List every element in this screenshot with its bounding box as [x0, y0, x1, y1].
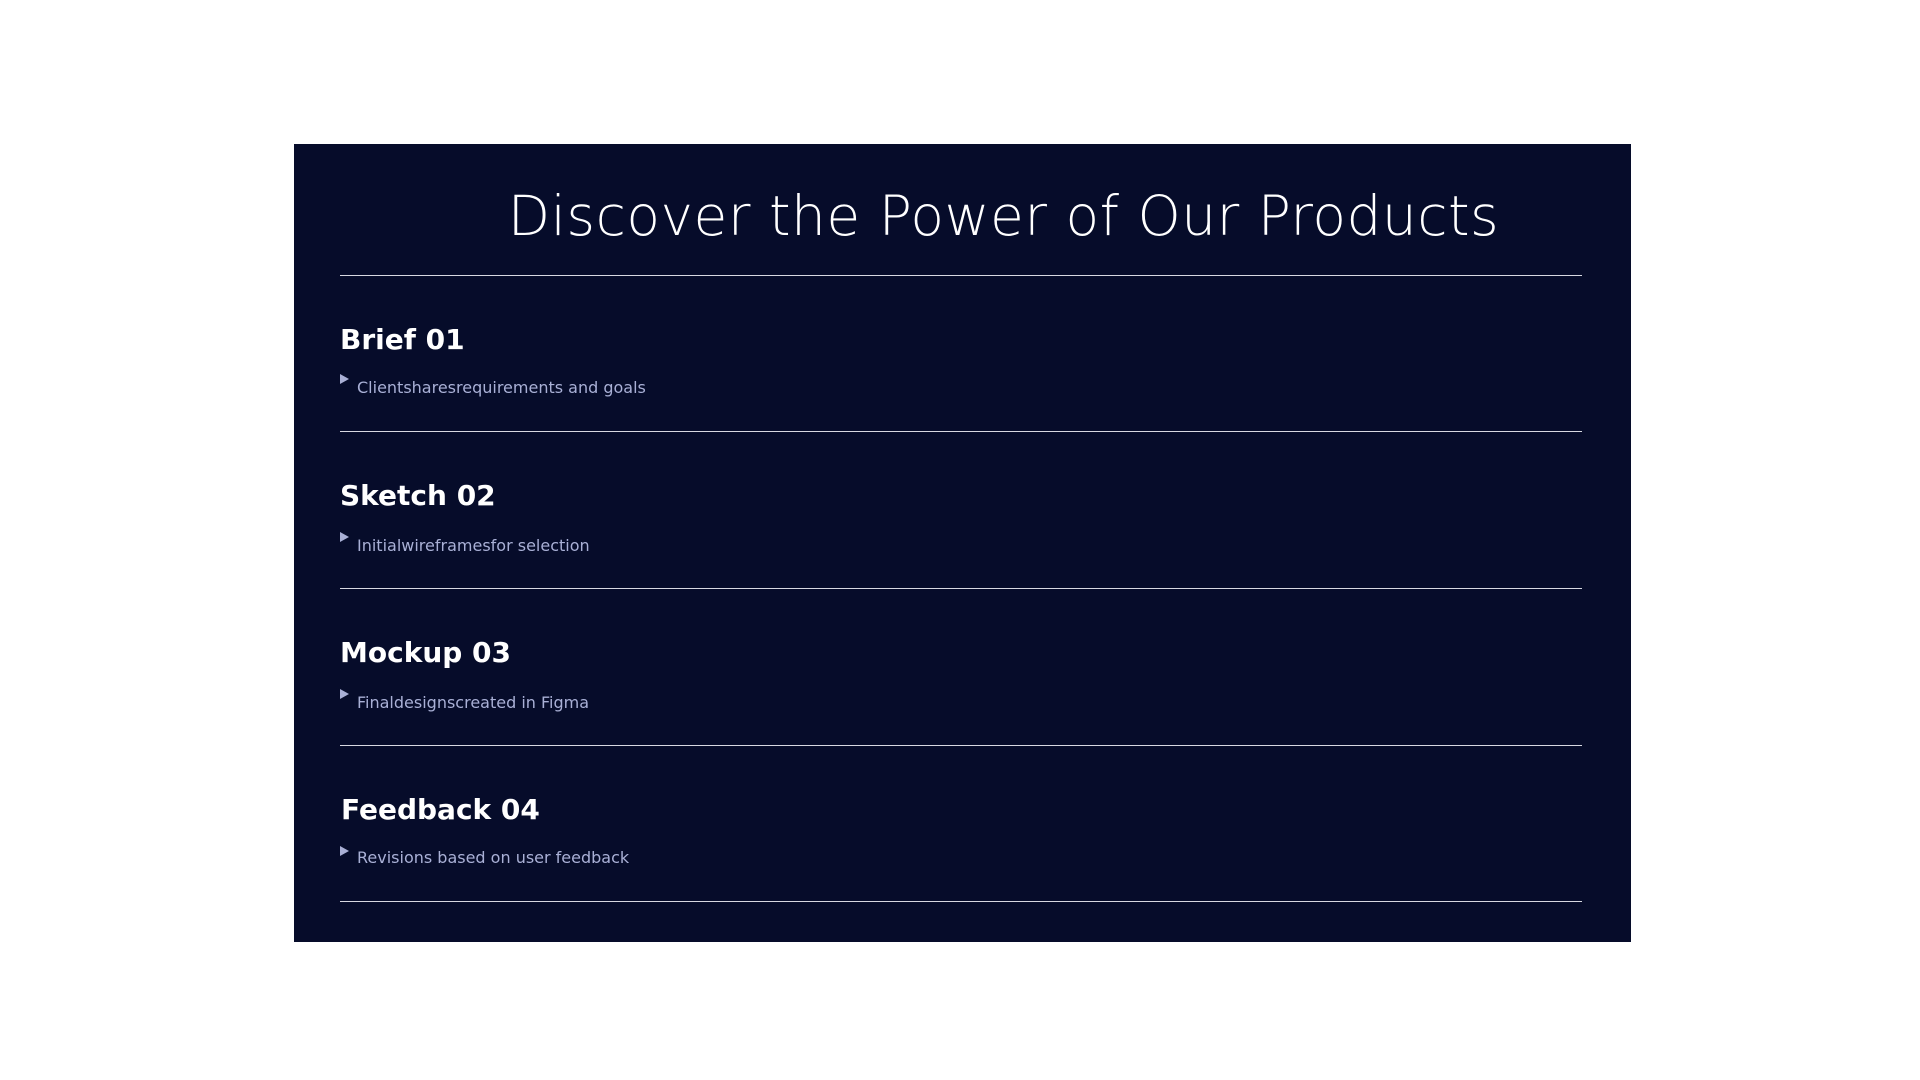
play-triangle-icon — [340, 689, 349, 699]
item-description: Initialwireframesfor selection — [357, 536, 590, 555]
divider-top — [340, 275, 1582, 276]
play-triangle-icon — [340, 846, 349, 856]
divider — [340, 745, 1582, 746]
item-description: Revisions based on user feedback — [357, 848, 630, 867]
item-title: Mockup 03 — [340, 636, 512, 669]
item-title: Feedback 04 — [341, 793, 540, 826]
divider-bottom — [340, 901, 1582, 902]
item-title: Sketch 02 — [340, 479, 496, 512]
list-item-mockup: Mockup 03 Finaldesignscreated in Figma — [340, 635, 1582, 755]
products-panel: Discover the Power of Our Products Brief… — [294, 144, 1631, 942]
divider — [340, 431, 1582, 432]
item-description: Finaldesignscreated in Figma — [357, 693, 590, 712]
item-title: Brief 01 — [340, 323, 465, 356]
item-description: Clientsharesrequirements and goals — [357, 378, 646, 397]
play-triangle-icon — [340, 532, 349, 542]
list-item-brief: Brief 01 Clientsharesrequirements and go… — [340, 322, 1582, 442]
page-title: Discover the Power of Our Products — [507, 184, 1500, 248]
divider — [340, 588, 1582, 589]
play-triangle-icon — [340, 374, 349, 384]
list-item-sketch: Sketch 02 Initialwireframesfor selection — [340, 478, 1582, 598]
list-item-feedback: Feedback 04 Revisions based on user feed… — [340, 792, 1582, 912]
